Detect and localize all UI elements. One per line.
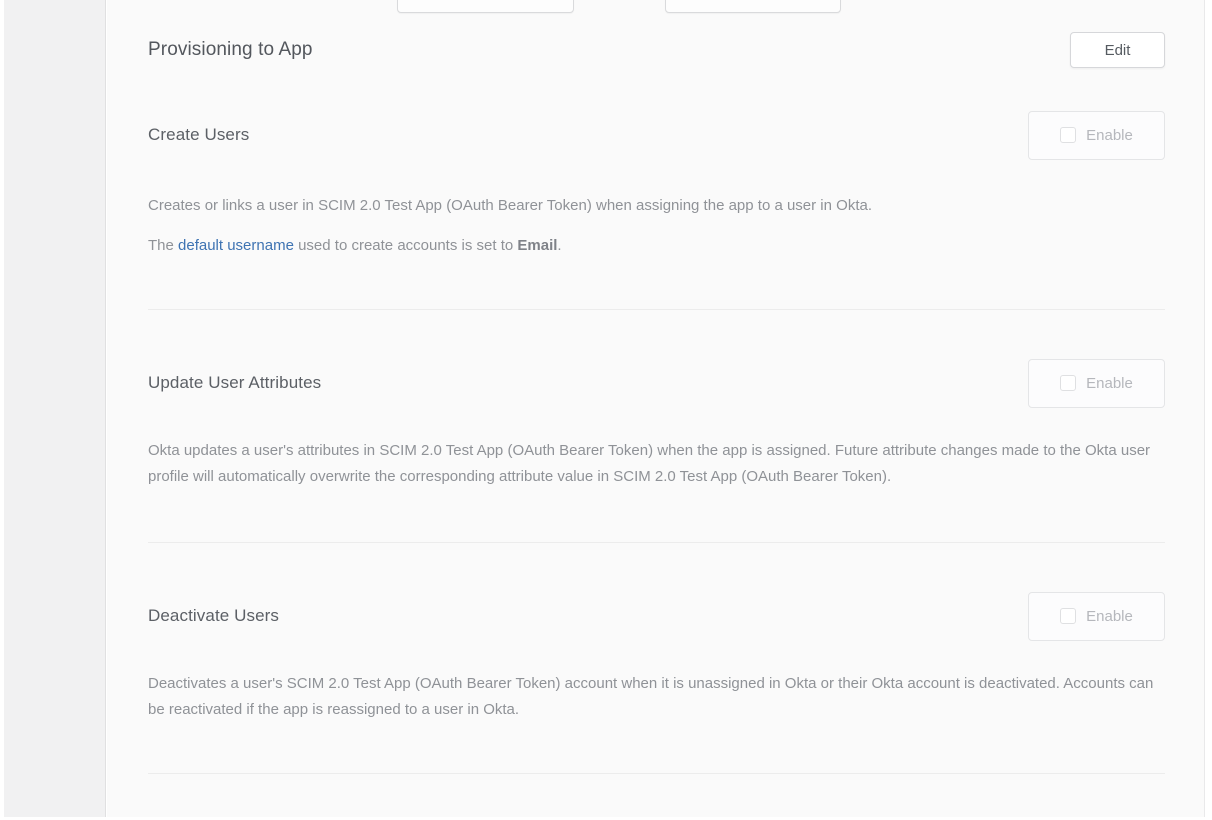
section-title-deactivate-users: Deactivate Users [148, 606, 279, 626]
enable-toggle-create-users[interactable]: Enable [1028, 111, 1165, 160]
default-username-middle: used to create accounts is set to [294, 237, 517, 254]
default-username-suffix: . [557, 237, 561, 254]
provisioning-settings-panel: Provisioning to App Edit Create Users En… [107, 0, 1205, 817]
default-username-prefix: The [148, 237, 178, 254]
edit-button[interactable]: Edit [1070, 32, 1165, 68]
enable-checkbox-create-users[interactable] [1060, 127, 1076, 143]
enable-label: Enable [1086, 608, 1133, 625]
left-sidebar [4, 0, 106, 817]
enable-toggle-deactivate-users[interactable]: Enable [1028, 592, 1165, 641]
section-title-create-users: Create Users [148, 125, 249, 145]
default-username-line: The default username used to create acco… [148, 233, 1165, 259]
provisioning-to-app-header: Provisioning to App Edit [148, 32, 1165, 68]
section-update-user-attributes: Update User Attributes Enable Okta updat… [148, 358, 1165, 543]
enable-toggle-update-user-attributes[interactable]: Enable [1028, 359, 1165, 408]
enable-checkbox-update-user-attributes[interactable] [1060, 375, 1076, 391]
enable-label: Enable [1086, 375, 1133, 392]
section-create-users: Create Users Enable Creates or links a u… [148, 110, 1165, 310]
page-title: Provisioning to App [148, 39, 313, 61]
section-divider [148, 542, 1165, 543]
default-username-value: Email [517, 237, 557, 254]
update-user-attributes-description: Okta updates a user's attributes in SCIM… [148, 438, 1165, 490]
panel-content: Provisioning to App Edit Create Users En… [107, 0, 1165, 774]
create-users-description: Creates or links a user in SCIM 2.0 Test… [148, 193, 1165, 219]
section-divider [148, 309, 1165, 310]
deactivate-users-description: Deactivates a user's SCIM 2.0 Test App (… [148, 671, 1165, 723]
enable-label: Enable [1086, 127, 1133, 144]
section-title-update-user-attributes: Update User Attributes [148, 373, 321, 393]
default-username-link[interactable]: default username [178, 237, 294, 254]
section-deactivate-users: Deactivate Users Enable Deactivates a us… [148, 591, 1165, 774]
section-divider [148, 773, 1165, 774]
enable-checkbox-deactivate-users[interactable] [1060, 608, 1076, 624]
